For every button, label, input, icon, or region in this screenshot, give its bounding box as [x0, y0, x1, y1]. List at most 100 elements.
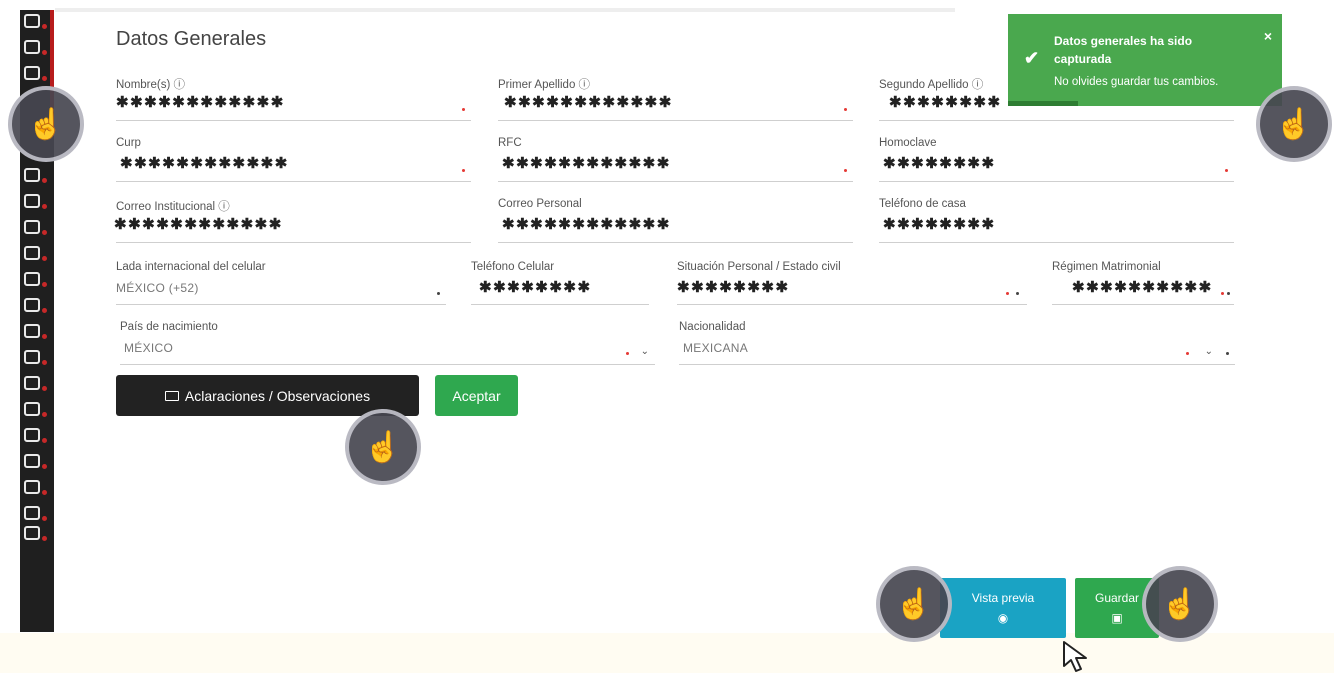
- regimen-value: ✱✱✱✱✱✱✱✱✱✱: [1072, 279, 1213, 296]
- correo-institucional-value: ✱✱✱✱✱✱✱✱✱✱✱✱: [114, 216, 283, 233]
- sidebar-item-7-icon[interactable]: [24, 246, 40, 260]
- rfc-field[interactable]: RFC ✱✱✱✱✱✱✱✱✱✱✱✱: [498, 137, 853, 182]
- sidebar-item-6-icon[interactable]: [24, 220, 40, 234]
- top-divider: [55, 8, 955, 12]
- nombre-field[interactable]: Nombre(s) ⓘ ✱✱✱✱✱✱✱✱✱✱✱✱: [116, 76, 471, 121]
- sidebar-item-16-icon[interactable]: [24, 480, 40, 494]
- aceptar-label: Aceptar: [452, 387, 501, 404]
- telefono-casa-label: Teléfono de casa: [879, 198, 966, 210]
- field-underline: [116, 181, 471, 182]
- toast-progress-bar: [1008, 101, 1078, 106]
- sidebar-item-17-icon[interactable]: [24, 506, 40, 520]
- lada-select[interactable]: Lada internacional del celular MÉXICO (+…: [116, 261, 446, 305]
- curp-label: Curp: [116, 137, 141, 149]
- touch-indicator-icon: ☝: [1142, 566, 1218, 642]
- sidebar-item-13-icon[interactable]: [24, 402, 40, 416]
- toast-message: No olvides guardar tus cambios.: [1054, 76, 1219, 88]
- regimen-select[interactable]: Régimen Matrimonial ✱✱✱✱✱✱✱✱✱✱: [1052, 261, 1234, 305]
- dropdown-caret: [437, 292, 440, 295]
- sidebar-item-2-icon[interactable]: [24, 40, 40, 54]
- dropdown-caret: [1226, 352, 1229, 355]
- aceptar-button[interactable]: Aceptar: [435, 375, 518, 416]
- guardar-label: Guardar: [1094, 591, 1140, 605]
- situacion-personal-value: ✱✱✱✱✱✱✱✱: [677, 279, 790, 296]
- required-indicator: [462, 108, 465, 111]
- primer-apellido-value: ✱✱✱✱✱✱✱✱✱✱✱✱: [504, 94, 673, 111]
- segundo-apellido-label: Segundo Apellido ⓘ: [879, 79, 984, 91]
- correo-personal-value: ✱✱✱✱✱✱✱✱✱✱✱✱: [502, 216, 671, 233]
- correo-institucional-label: Correo Institucional ⓘ: [116, 201, 230, 213]
- curp-field[interactable]: Curp ✱✱✱✱✱✱✱✱✱✱✱✱: [116, 137, 471, 182]
- primer-apellido-label: Primer Apellido ⓘ: [498, 79, 591, 91]
- correo-institucional-field[interactable]: Correo Institucional ⓘ ✱✱✱✱✱✱✱✱✱✱✱✱: [114, 198, 471, 243]
- field-underline: [498, 242, 853, 243]
- sidebar-item-8-icon[interactable]: [24, 272, 40, 286]
- homoclave-value: ✱✱✱✱✱✱✱✱: [883, 155, 996, 172]
- field-underline: [498, 120, 853, 121]
- sidebar-item-12-badge: [42, 386, 47, 391]
- required-indicator: [626, 352, 629, 355]
- sidebar-item-18-badge: [42, 536, 47, 541]
- nacionalidad-select[interactable]: Nacionalidad MEXICANA ⌄: [679, 321, 1235, 365]
- lada-label: Lada internacional del celular: [116, 261, 266, 273]
- rfc-value: ✱✱✱✱✱✱✱✱✱✱✱✱: [502, 155, 671, 172]
- sidebar-item-5-icon[interactable]: [24, 194, 40, 208]
- sidebar-item-12-icon[interactable]: [24, 376, 40, 390]
- footer-strip: [0, 633, 1334, 673]
- regimen-label: Régimen Matrimonial: [1052, 261, 1161, 273]
- field-underline: [879, 181, 1234, 182]
- sidebar-item-16-badge: [42, 490, 47, 495]
- sidebar-item-10-icon[interactable]: [24, 324, 40, 338]
- primer-apellido-field[interactable]: Primer Apellido ⓘ ✱✱✱✱✱✱✱✱✱✱✱✱: [498, 76, 853, 121]
- touch-indicator-icon: ☝: [876, 566, 952, 642]
- pais-nacimiento-select[interactable]: País de nacimiento MÉXICO ⌄: [120, 321, 655, 365]
- check-icon: ✔: [1024, 48, 1040, 68]
- sidebar-item-14-badge: [42, 438, 47, 443]
- required-indicator: [844, 169, 847, 172]
- sidebar-item-7-badge: [42, 256, 47, 261]
- field-underline: [879, 242, 1234, 243]
- close-icon[interactable]: ×: [1264, 28, 1272, 44]
- nombre-label: Nombre(s) ⓘ: [116, 79, 186, 91]
- required-indicator: [1221, 292, 1224, 295]
- field-underline: [116, 304, 446, 305]
- sidebar-item-15-icon[interactable]: [24, 454, 40, 468]
- vista-previa-button[interactable]: Vista previa ◉: [940, 578, 1066, 638]
- sidebar-item-5-badge: [42, 204, 47, 209]
- correo-personal-label: Correo Personal: [498, 198, 582, 210]
- homoclave-field[interactable]: Homoclave ✱✱✱✱✱✱✱✱: [879, 137, 1234, 182]
- nacionalidad-value: MEXICANA: [683, 341, 749, 355]
- chevron-down-icon: ⌄: [1204, 346, 1213, 357]
- chevron-down-icon: ⌄: [640, 346, 649, 357]
- sidebar-item-1-icon[interactable]: [24, 14, 40, 28]
- sidebar-item-9-icon[interactable]: [24, 298, 40, 312]
- nombre-value: ✱✱✱✱✱✱✱✱✱✱✱✱: [116, 94, 285, 111]
- sidebar-item-14-icon[interactable]: [24, 428, 40, 442]
- sidebar-item-4-icon[interactable]: [24, 168, 40, 182]
- telefono-casa-field[interactable]: Teléfono de casa ✱✱✱✱✱✱✱✱: [879, 198, 1234, 243]
- toast-title: Datos generales ha sido capturada: [1054, 34, 1193, 66]
- field-underline: [471, 304, 649, 305]
- sidebar-item-11-badge: [42, 360, 47, 365]
- sidebar-item-3-icon[interactable]: [24, 66, 40, 80]
- eye-icon: ◉: [997, 611, 1009, 625]
- situacion-personal-select[interactable]: Situación Personal / Estado civil ✱✱✱✱✱✱…: [677, 261, 1027, 305]
- homoclave-label: Homoclave: [879, 137, 937, 149]
- lada-value: MÉXICO (+52): [116, 281, 199, 295]
- touch-indicator-icon: ☝: [8, 86, 84, 162]
- aclaraciones-label: Aclaraciones / Observaciones: [184, 387, 371, 404]
- sidebar-item-13-badge: [42, 412, 47, 417]
- field-underline: [879, 120, 1234, 121]
- pais-nacimiento-value: MÉXICO: [124, 341, 174, 355]
- correo-personal-field[interactable]: Correo Personal ✱✱✱✱✱✱✱✱✱✱✱✱: [498, 198, 853, 243]
- save-icon: ▣: [1111, 611, 1123, 625]
- segundo-apellido-value: ✱✱✱✱✱✱✱✱: [889, 94, 1002, 111]
- sidebar-item-18-icon[interactable]: [24, 526, 40, 540]
- envelope-icon: [164, 390, 179, 401]
- sidebar-item-11-icon[interactable]: [24, 350, 40, 364]
- telefono-celular-field[interactable]: Teléfono Celular ✱✱✱✱✱✱✱✱: [471, 261, 649, 305]
- dropdown-caret: [1016, 292, 1019, 295]
- pais-nacimiento-label: País de nacimiento: [120, 321, 218, 333]
- sidebar-item-1-badge: [42, 24, 47, 29]
- required-indicator: [1186, 352, 1189, 355]
